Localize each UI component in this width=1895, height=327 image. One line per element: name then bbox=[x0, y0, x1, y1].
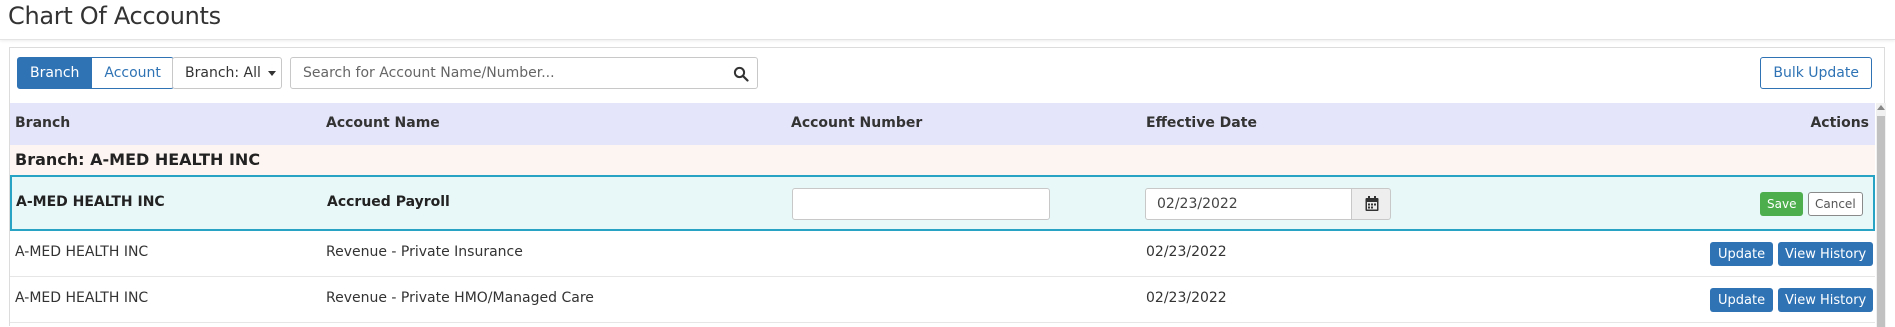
accounts-panel: Branch Account Branch: All Bulk Update B… bbox=[9, 47, 1886, 327]
view-history-button[interactable]: View History bbox=[1778, 288, 1874, 312]
toolbar: Branch Account Branch: All Bulk Update bbox=[10, 48, 1884, 103]
row-branch: A-MED HEALTH INC bbox=[15, 244, 149, 260]
page-header: Chart Of Accounts bbox=[0, 0, 1895, 40]
branch-view-button[interactable]: Branch bbox=[17, 57, 93, 89]
column-header-branch: Branch bbox=[15, 115, 71, 131]
column-header-actions: Actions bbox=[1810, 115, 1869, 131]
table-row: A-MED HEALTH INC Revenue - Private Insur… bbox=[10, 231, 1875, 277]
branch-group-label: Branch: A-MED HEALTH INC bbox=[15, 150, 261, 169]
view-toggle: Branch Account bbox=[17, 57, 174, 89]
accounts-table: Branch Account Name Account Number Effec… bbox=[10, 103, 1875, 323]
effective-date-input[interactable]: 02/23/2022 bbox=[1145, 188, 1352, 220]
table-header: Branch Account Name Account Number Effec… bbox=[10, 103, 1875, 145]
search-input[interactable] bbox=[292, 59, 722, 87]
effective-date-value: 02/23/2022 bbox=[1157, 196, 1238, 212]
update-button[interactable]: Update bbox=[1710, 242, 1774, 266]
update-button[interactable]: Update bbox=[1710, 288, 1774, 312]
row-effective-date: 02/23/2022 bbox=[1146, 244, 1227, 260]
row-account-name: Revenue - Private HMO/Managed Care bbox=[326, 290, 594, 306]
row-effective-date: 02/23/2022 bbox=[1146, 290, 1227, 306]
chevron-down-icon bbox=[267, 71, 276, 76]
edit-row: A-MED HEALTH INC Accrued Payroll 02/23/2… bbox=[10, 175, 1875, 231]
column-header-account-name: Account Name bbox=[326, 115, 440, 131]
scrollbar-thumb[interactable] bbox=[1877, 116, 1885, 327]
account-number-input[interactable] bbox=[792, 188, 1050, 220]
account-view-button[interactable]: Account bbox=[92, 57, 174, 89]
edit-row-account-name: Accrued Payroll bbox=[327, 194, 450, 210]
scroll-up-arrow-icon[interactable] bbox=[1877, 105, 1885, 110]
branch-filter-label: Branch: All bbox=[185, 65, 261, 81]
calendar-icon bbox=[1365, 196, 1379, 211]
bulk-update-button[interactable]: Bulk Update bbox=[1760, 57, 1872, 89]
column-header-effective-date: Effective Date bbox=[1146, 115, 1257, 131]
row-branch: A-MED HEALTH INC bbox=[15, 290, 149, 306]
cancel-button[interactable]: Cancel bbox=[1808, 192, 1863, 216]
branch-group-row: Branch: A-MED HEALTH INC bbox=[10, 145, 1875, 175]
search-box bbox=[290, 57, 758, 89]
save-button[interactable]: Save bbox=[1760, 192, 1804, 216]
branch-filter-dropdown[interactable]: Branch: All bbox=[172, 57, 282, 89]
view-history-button[interactable]: View History bbox=[1778, 242, 1874, 266]
edit-row-branch: A-MED HEALTH INC bbox=[16, 194, 165, 210]
row-account-name: Revenue - Private Insurance bbox=[326, 244, 523, 260]
search-icon[interactable] bbox=[733, 66, 749, 82]
page-title: Chart Of Accounts bbox=[8, 2, 221, 30]
table-row: A-MED HEALTH INC Revenue - Private HMO/M… bbox=[10, 277, 1875, 323]
calendar-button[interactable] bbox=[1351, 188, 1391, 220]
vertical-scrollbar[interactable] bbox=[1876, 103, 1886, 327]
column-header-account-number: Account Number bbox=[791, 115, 923, 131]
